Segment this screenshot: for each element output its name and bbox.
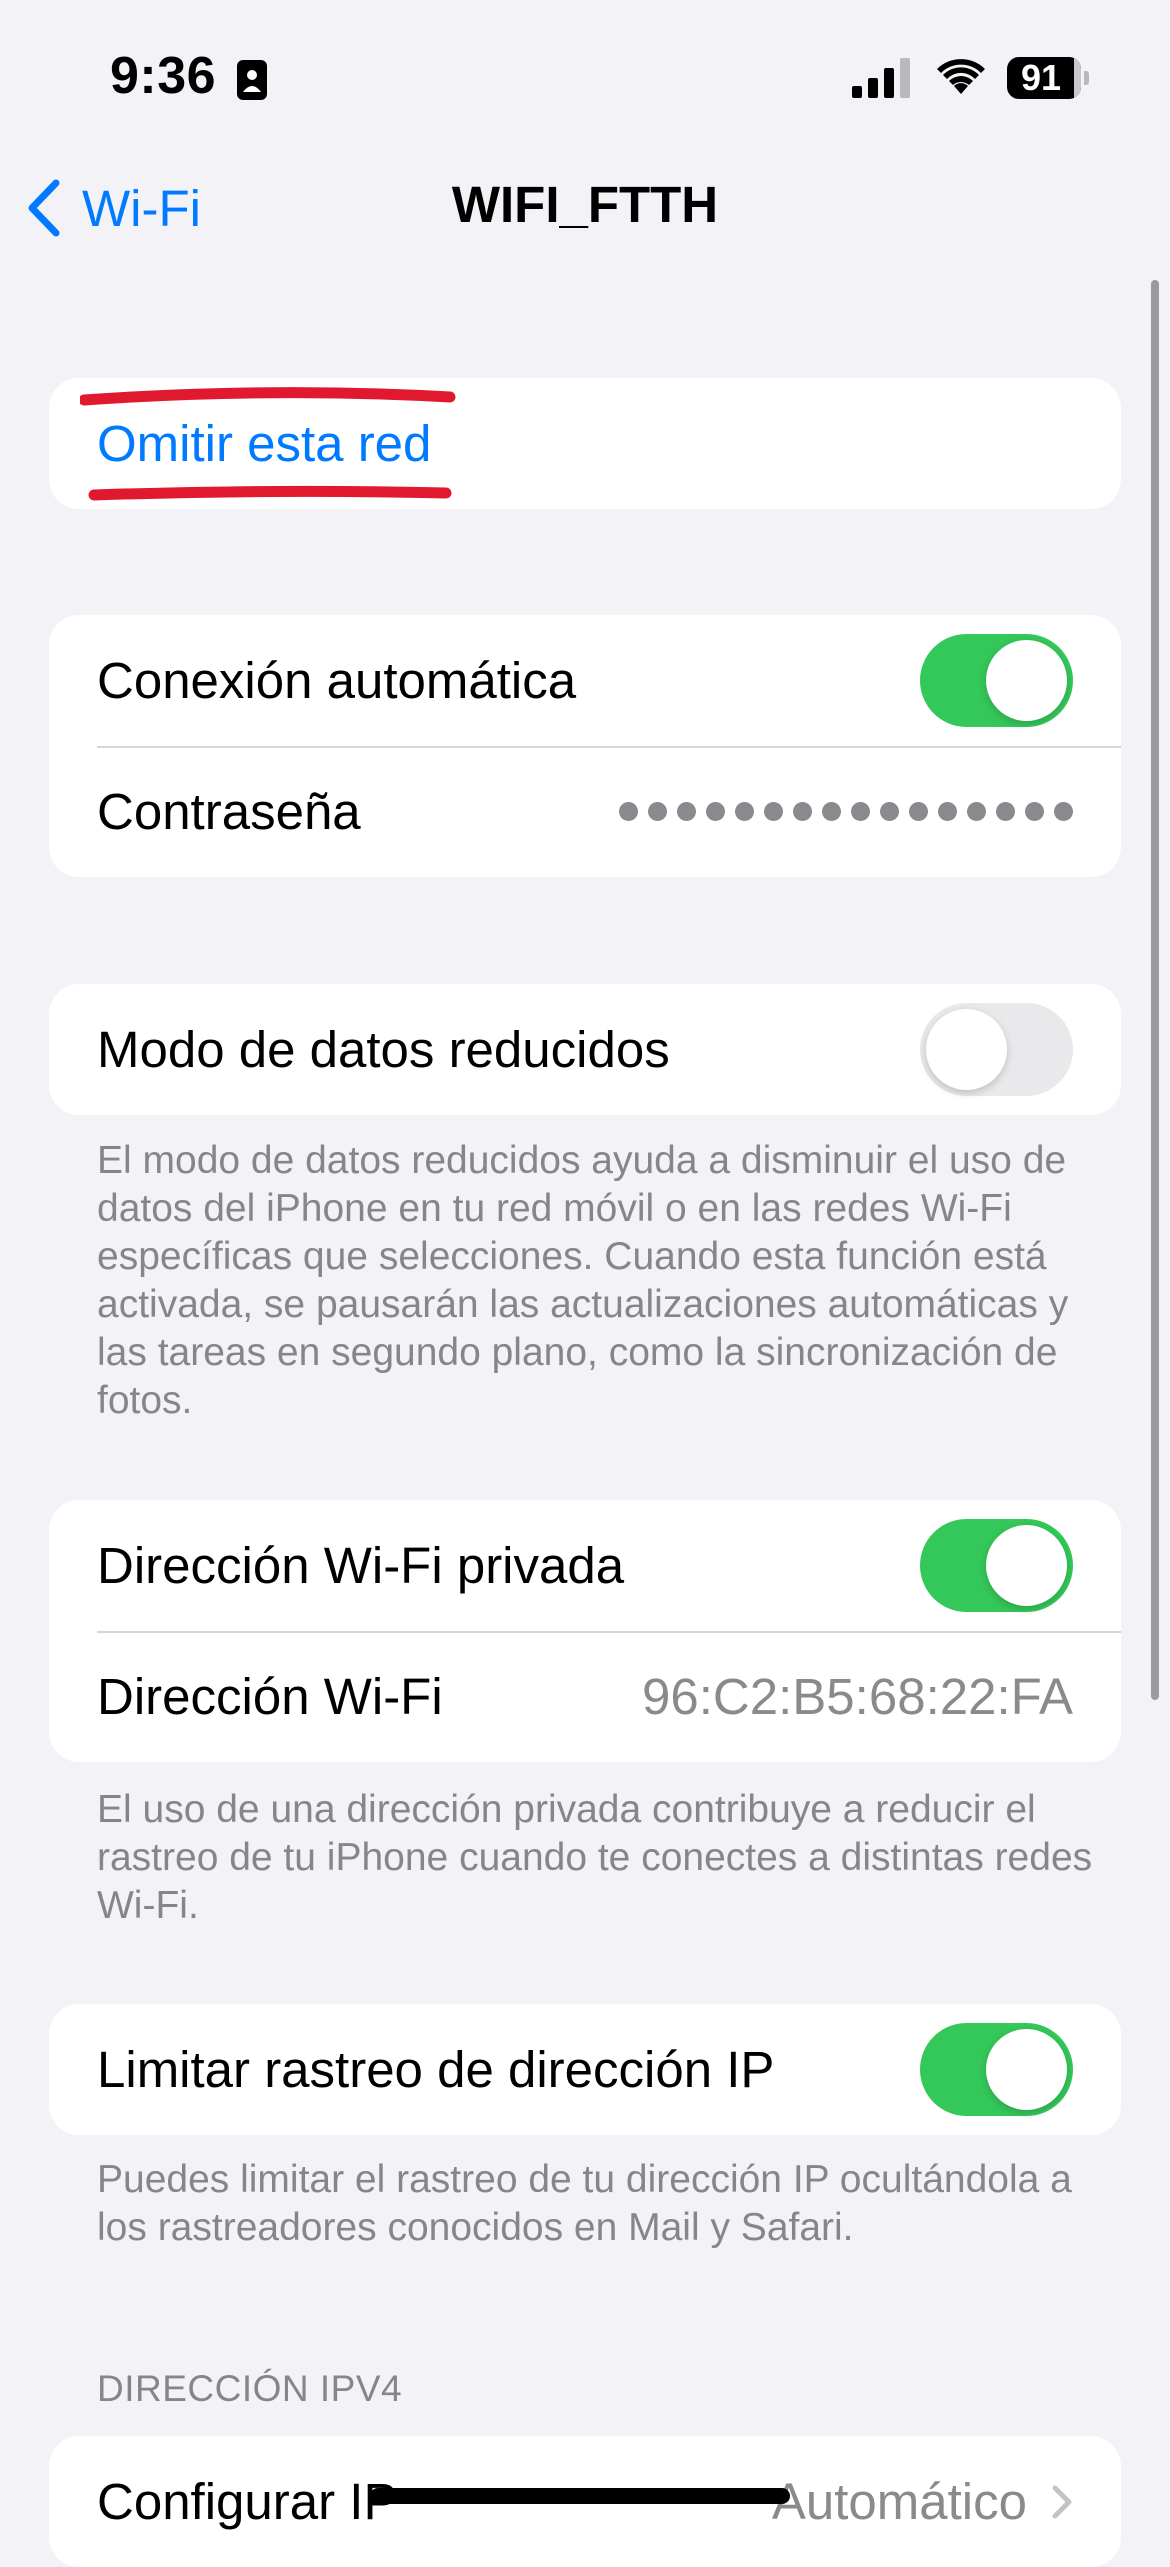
forget-network-card: Omitir esta red [49,378,1121,509]
limit-ip-toggle[interactable] [920,2023,1073,2116]
private-address-label: Dirección Wi-Fi privada [97,1537,625,1594]
password-dot [880,802,899,821]
forget-network-button[interactable]: Omitir esta red [49,378,1121,509]
auto-join-label: Conexión automática [97,652,577,709]
low-data-card: Modo de datos reducidos [49,984,1121,1115]
password-dot [1054,802,1073,821]
password-dots [619,802,1073,821]
password-dot [706,802,725,821]
private-address-row: Dirección Wi-Fi privada [49,1500,1121,1631]
password-dot [735,802,754,821]
low-data-row: Modo de datos reducidos [49,984,1121,1115]
wifi-icon [937,59,985,94]
low-data-toggle[interactable] [920,1003,1073,1096]
status-time: 9:36 [110,47,217,105]
auto-join-toggle[interactable] [920,634,1073,727]
signal-icon [852,58,910,98]
password-label: Contraseña [97,783,361,840]
password-dot [996,802,1015,821]
wifi-address-value: 96:C2:B5:68:22:FA [642,1668,1073,1725]
limit-ip-card: Limitar rastreo de dirección IP [49,2004,1121,2135]
limit-ip-row: Limitar rastreo de dirección IP [49,2004,1121,2135]
password-row[interactable]: Contraseña [49,746,1121,877]
password-dot [938,802,957,821]
wifi-address-label: Dirección Wi-Fi [97,1668,443,1725]
low-data-footer: El modo de datos reducidos ayuda a dismi… [97,1139,1069,1422]
divider [97,1631,1121,1633]
private-address-footer: El uso de una dirección privada contribu… [97,1788,1093,1927]
private-address-toggle[interactable] [920,1519,1073,1612]
password-dot [764,802,783,821]
password-dot [967,802,986,821]
password-dot [619,802,638,821]
password-dot [648,802,667,821]
low-data-label: Modo de datos reducidos [97,1021,670,1078]
wifi-address-row: Dirección Wi-Fi 96:C2:B5:68:22:FA [49,1631,1121,1762]
auto-join-row: Conexión automática [49,615,1121,746]
chevron-right-icon [1052,2485,1072,2518]
home-indicator [370,2488,790,2504]
limit-ip-footer: Puedes limitar el rastreo de tu direcció… [97,2158,1072,2249]
ipv4-section-header: DIRECCIÓN IPV4 [97,2368,403,2409]
private-address-card: Dirección Wi-Fi privada Dirección Wi-Fi … [49,1500,1121,1762]
status-bar: 9:36 91 [0,0,1170,150]
password-dot [822,802,841,821]
password-dot [1025,802,1044,821]
battery-icon: 91 [1007,57,1091,99]
scroll-indicator[interactable] [1151,280,1159,1700]
battery-level: 91 [1020,57,1062,98]
password-dot [793,802,812,821]
password-dot [909,802,928,821]
configure-ip-value: Automático [771,2473,1027,2530]
page-title: WIFI_FTTH [451,176,719,233]
limit-ip-label: Limitar rastreo de dirección IP [97,2041,775,2098]
divider [97,746,1121,748]
forget-network-label: Omitir esta red [97,415,432,472]
auto-join-card: Conexión automática Contraseña [49,615,1121,877]
focus-icon [237,60,267,100]
password-dot [851,802,870,821]
password-dot [677,802,696,821]
